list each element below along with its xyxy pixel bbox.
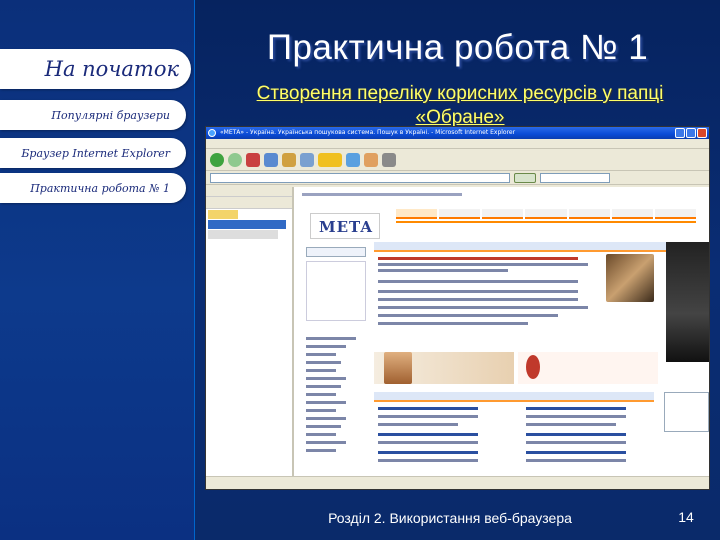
back-icon — [210, 152, 224, 167]
nav-button-popular-browsers[interactable]: Популярні браузери — [0, 100, 186, 130]
media-icon — [346, 152, 360, 167]
meta-logo: META — [310, 213, 380, 239]
print-icon — [382, 152, 396, 167]
nav-button-home[interactable]: На початок — [0, 49, 191, 89]
refresh-icon — [264, 152, 278, 167]
home-icon — [282, 152, 296, 167]
browser-toolbar — [206, 149, 709, 171]
favorites-panel — [206, 187, 294, 478]
google-search-field — [540, 172, 610, 183]
maximize-icon — [686, 128, 696, 138]
slide-title: Практична робота № 1 — [266, 28, 649, 67]
browser-content: META — [206, 187, 709, 478]
favorites-star-icon — [318, 152, 342, 167]
stop-icon — [246, 152, 260, 167]
nav-button-practical-work[interactable]: Практична робота № 1 — [0, 173, 186, 203]
browser-window-title: «МЕТА» - Україна. Українська пошукова си… — [220, 129, 516, 136]
minimize-icon — [675, 128, 685, 138]
forward-icon — [228, 152, 242, 167]
address-field — [210, 172, 510, 183]
browser-titlebar: «МЕТА» - Україна. Українська пошукова си… — [206, 127, 709, 139]
slide-subtitle: Створення переліку корисних ресурсів у п… — [256, 83, 664, 128]
browser-addressbar — [206, 171, 709, 185]
meta-nav — [396, 209, 696, 219]
search-icon — [300, 152, 314, 167]
close-icon — [697, 128, 707, 138]
page-number: 14 — [678, 509, 694, 525]
browser-statusbar — [206, 476, 709, 489]
browser-menubar — [206, 139, 709, 149]
browser-screenshot: «МЕТА» - Україна. Українська пошукова си… — [205, 126, 710, 490]
webpage: META — [296, 187, 709, 478]
nav-button-internet-explorer[interactable]: Браузер Internet Explorer — [0, 138, 186, 168]
go-button — [514, 172, 536, 183]
ie-logo-icon — [208, 129, 216, 137]
mail-icon — [364, 152, 378, 167]
footer-section-title: Розділ 2. Використання веб-браузера — [328, 510, 572, 526]
